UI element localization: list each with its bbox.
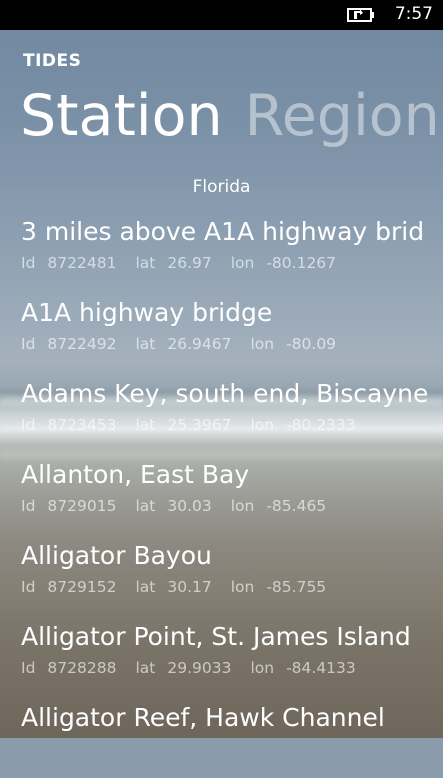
station-lat: 26.9467 (167, 335, 232, 353)
station-name: Alligator Bayou (21, 541, 212, 570)
station-list-item[interactable]: Allanton, East Bay Id 8729015 lat 30.03 lon -… (21, 455, 443, 535)
lat-label: lat (135, 254, 156, 272)
station-id: 8723453 (47, 416, 117, 434)
id-label: Id (21, 659, 36, 677)
station-lat: 29.9033 (167, 659, 232, 677)
station-list-item[interactable]: A1A highway bridge Id 8722492 lat 26.9467 lo… (21, 293, 443, 373)
lat-label: lat (135, 578, 156, 596)
section-header: Florida (192, 177, 251, 197)
lon-label: lon (230, 254, 255, 272)
station-list-item[interactable]: Adams Key, south end, Biscayne Id 8723453… (21, 374, 443, 454)
station-lon: -80.2333 (286, 416, 356, 434)
station-meta: Id 8729152 lat 30.17 lon -85.755 (21, 577, 345, 597)
id-label: Id (21, 335, 36, 353)
clock: 7:57 (394, 4, 433, 24)
station-id: 8729152 (47, 578, 117, 596)
station-lat: 30.03 (167, 497, 212, 515)
lon-label: lon (250, 416, 275, 434)
app-title: TIDES (23, 51, 82, 71)
station-meta: Id 8728288 lat 29.9033 lon -84.4133 (21, 658, 375, 678)
id-label: Id (21, 416, 36, 434)
station-name: Allanton, East Bay (21, 460, 250, 489)
id-label: Id (21, 254, 36, 272)
station-lat: 25.3967 (167, 416, 232, 434)
station-id: 8729015 (47, 497, 117, 515)
lat-label: lat (135, 497, 156, 515)
id-label: Id (21, 497, 36, 515)
station-name: A1A highway bridge (21, 298, 273, 327)
station-id: 8722481 (47, 254, 117, 272)
lat-label: lat (135, 416, 156, 434)
station-lat: 26.97 (167, 254, 212, 272)
station-meta: Id 8722481 lat 26.97 lon -80.1267 (21, 253, 355, 273)
station-id: 8728288 (47, 659, 117, 677)
station-name: 3 miles above A1A highway brid (21, 217, 425, 246)
station-list-item[interactable]: 3 miles above A1A highway brid Id 8722481… (21, 212, 443, 292)
station-list-item[interactable]: Alligator Bayou Id 8729152 lat 30.17 lon -85.… (21, 536, 443, 616)
station-meta: Id 8723453 lat 25.3967 lon -80.2333 (21, 415, 375, 435)
pivot-tab-station[interactable]: Station (20, 80, 223, 152)
id-label: Id (21, 578, 36, 596)
station-list-item[interactable]: Alligator Reef, Hawk Channel (21, 698, 443, 778)
lat-label: lat (135, 335, 156, 353)
lon-label: lon (250, 335, 275, 353)
station-name: Alligator Reef, Hawk Channel (21, 703, 385, 732)
lon-label: lon (250, 659, 275, 677)
lon-label: lon (230, 578, 255, 596)
station-name: Adams Key, south end, Biscayne (21, 379, 429, 408)
station-meta: Id 8729015 lat 30.03 lon -85.465 (21, 496, 345, 516)
station-lon: -85.465 (266, 497, 327, 515)
station-lon: -80.1267 (266, 254, 337, 272)
station-lon: -85.755 (266, 578, 327, 596)
pivot-header: Station Region (20, 80, 443, 152)
station-lat: 30.17 (167, 578, 212, 596)
station-lon: -84.4133 (286, 659, 356, 677)
station-list-item[interactable]: Alligator Point, St. James Island Id 8728… (21, 617, 443, 697)
lon-label: lon (230, 497, 255, 515)
lat-label: lat (135, 659, 156, 677)
station-lon: -80.09 (286, 335, 337, 353)
station-id: 8722492 (47, 335, 117, 353)
status-bar: 7:57 (0, 0, 443, 30)
station-meta: Id 8722492 lat 26.9467 lon -80.09 (21, 334, 355, 354)
battery-charging-icon (347, 8, 374, 22)
station-name: Alligator Point, St. James Island (21, 622, 411, 651)
pivot-tab-region[interactable]: Region (245, 80, 440, 152)
